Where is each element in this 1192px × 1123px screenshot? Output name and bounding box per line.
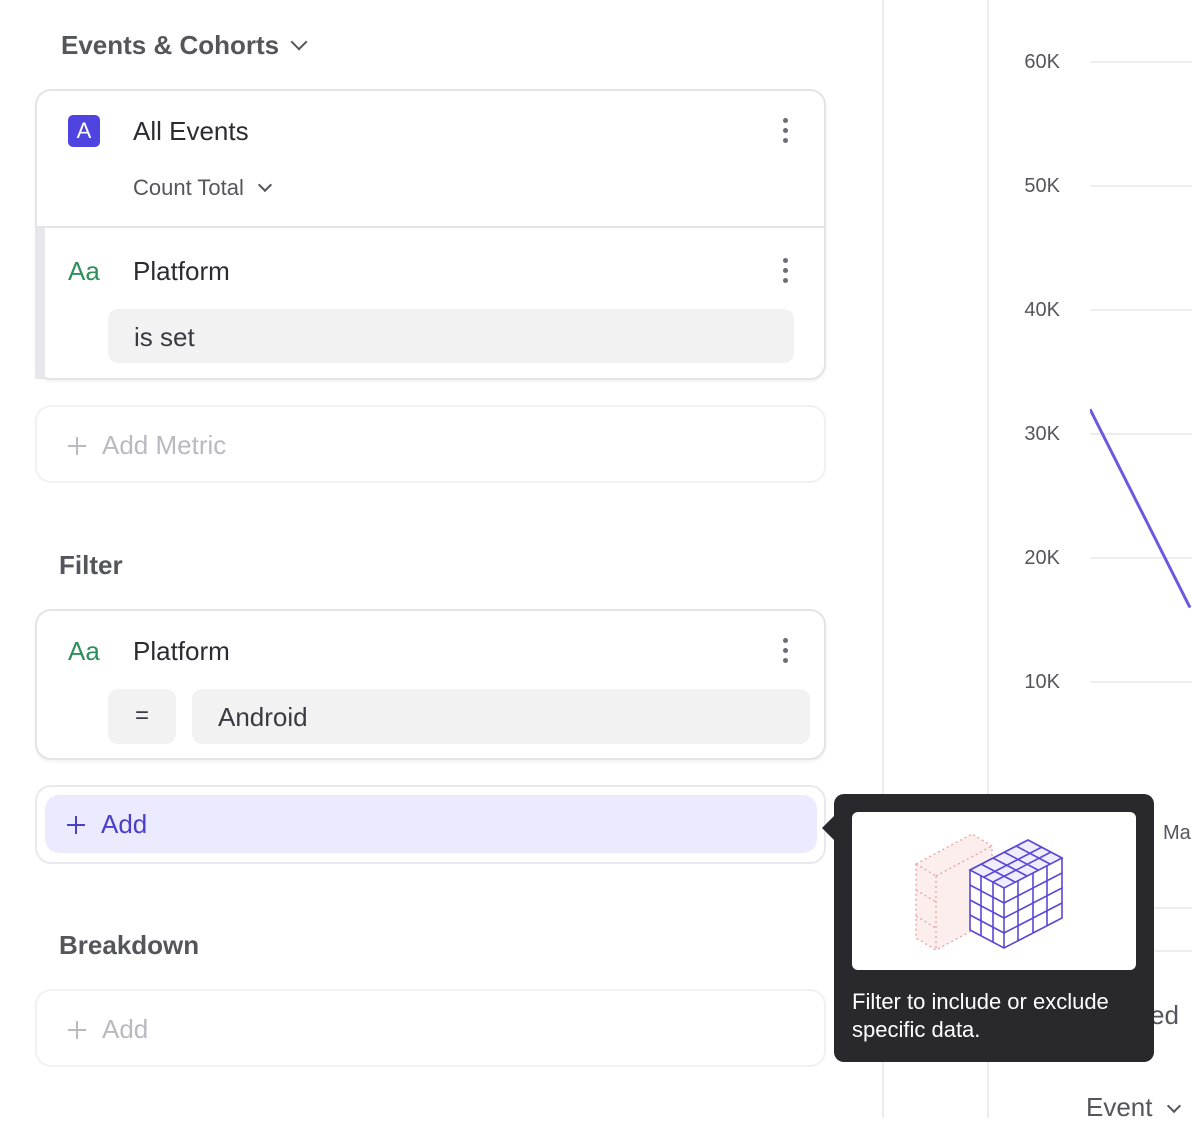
- series-line: [1090, 408, 1192, 609]
- operator-label: =: [134, 702, 149, 729]
- breakdown-add-label: Add: [102, 1014, 149, 1044]
- events-cohorts-title: Events & Cohorts: [61, 30, 280, 60]
- filter-more-icon[interactable]: [782, 638, 788, 664]
- chevron-down-icon: [290, 33, 308, 51]
- event-select[interactable]: Event: [1086, 1092, 1181, 1123]
- y-tick-label: 20K: [1024, 547, 1060, 569]
- metric-more-icon[interactable]: [782, 118, 788, 144]
- filter-cubes-illustration: [852, 812, 1136, 970]
- aggregation-label: Count Total: [133, 175, 244, 200]
- chevron-down-icon: [1166, 1098, 1181, 1114]
- tooltip-text: Filter to include or exclude specific da…: [852, 989, 1109, 1042]
- y-tick-label: 50K: [1024, 175, 1060, 197]
- metric-property-name[interactable]: Platform: [133, 256, 230, 287]
- property-condition-select[interactable]: is set: [108, 309, 794, 363]
- filter-add-label: Add: [101, 809, 148, 839]
- metric-name[interactable]: All Events: [133, 116, 249, 147]
- add-metric-label: Add Metric: [102, 430, 227, 460]
- y-tick-label: 40K: [1024, 299, 1060, 321]
- chart-plot: [1090, 408, 1192, 609]
- y-tick-label: 60K: [1024, 51, 1060, 73]
- filter-value-select[interactable]: Android: [192, 689, 810, 744]
- string-type-icon: Aa: [68, 636, 100, 666]
- plus-icon: [68, 437, 86, 455]
- events-cohorts-header[interactable]: Events & Cohorts: [61, 30, 308, 61]
- filter-property-name[interactable]: Platform: [133, 636, 230, 667]
- tooltip-arrow: [822, 816, 834, 840]
- filter-add-button[interactable]: Add: [45, 795, 817, 853]
- plus-icon: [67, 816, 85, 834]
- metric-badge-a: A: [68, 115, 100, 147]
- chart-divider: [1155, 907, 1192, 909]
- filter-operator-select[interactable]: =: [108, 689, 176, 744]
- breakdown-title: Breakdown: [59, 930, 200, 960]
- filter-value-label: Android: [218, 702, 308, 732]
- aggregation-select[interactable]: Count Total: [133, 175, 272, 201]
- filter-title: Filter: [59, 550, 123, 580]
- property-more-icon[interactable]: [782, 258, 788, 284]
- metric-divider: [37, 226, 824, 228]
- filter-tooltip: Filter to include or exclude specific da…: [822, 794, 1154, 1062]
- y-tick-label: 10K: [1024, 671, 1060, 693]
- chevron-down-icon: [257, 177, 272, 193]
- property-indent-bar: [35, 227, 45, 379]
- breakdown-add-button[interactable]: Add: [68, 1014, 148, 1045]
- plus-icon: [68, 1021, 86, 1039]
- legend-label: ed: [1150, 1000, 1179, 1030]
- string-type-icon: Aa: [68, 256, 100, 286]
- x-axis-label: Ma: [1163, 822, 1191, 844]
- condition-label: is set: [134, 322, 195, 352]
- breakdown-add-container: [35, 989, 826, 1067]
- add-metric-button[interactable]: Add Metric: [68, 430, 226, 461]
- y-tick-label: 30K: [1024, 423, 1060, 445]
- chart-divider: [1155, 950, 1192, 952]
